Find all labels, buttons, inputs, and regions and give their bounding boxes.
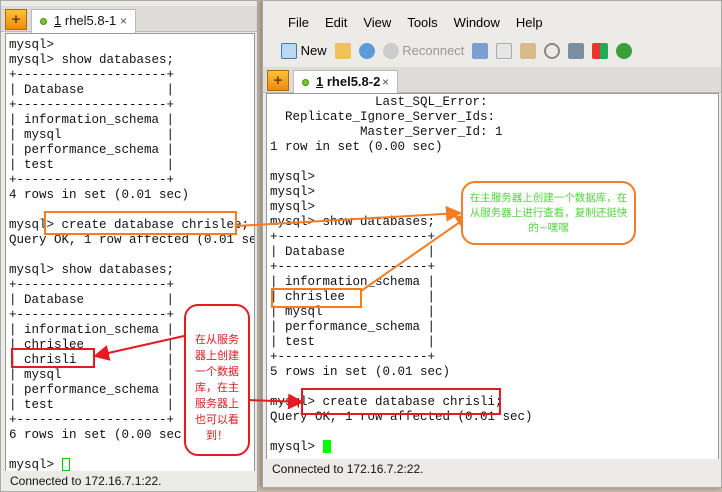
highlight-chrisli: [11, 348, 95, 368]
red-note: 在从服务器上创建一个数据库，在主服务器上也可以看到！: [184, 304, 250, 456]
annotation-overlay: [11, 205, 501, 415]
arrow: [93, 335, 185, 361]
highlight-chrislee: [271, 288, 362, 308]
highlight-create-chrislee: [44, 211, 237, 235]
highlight-create-chrisli: [301, 388, 501, 415]
orange-note: 在主服务器上创建一个数据库，在从服务器上进行查看，复制还挺快的~嘿嘿: [461, 181, 636, 245]
arrow: [235, 205, 462, 227]
arrow: [248, 393, 304, 410]
arrow: [360, 213, 472, 292]
